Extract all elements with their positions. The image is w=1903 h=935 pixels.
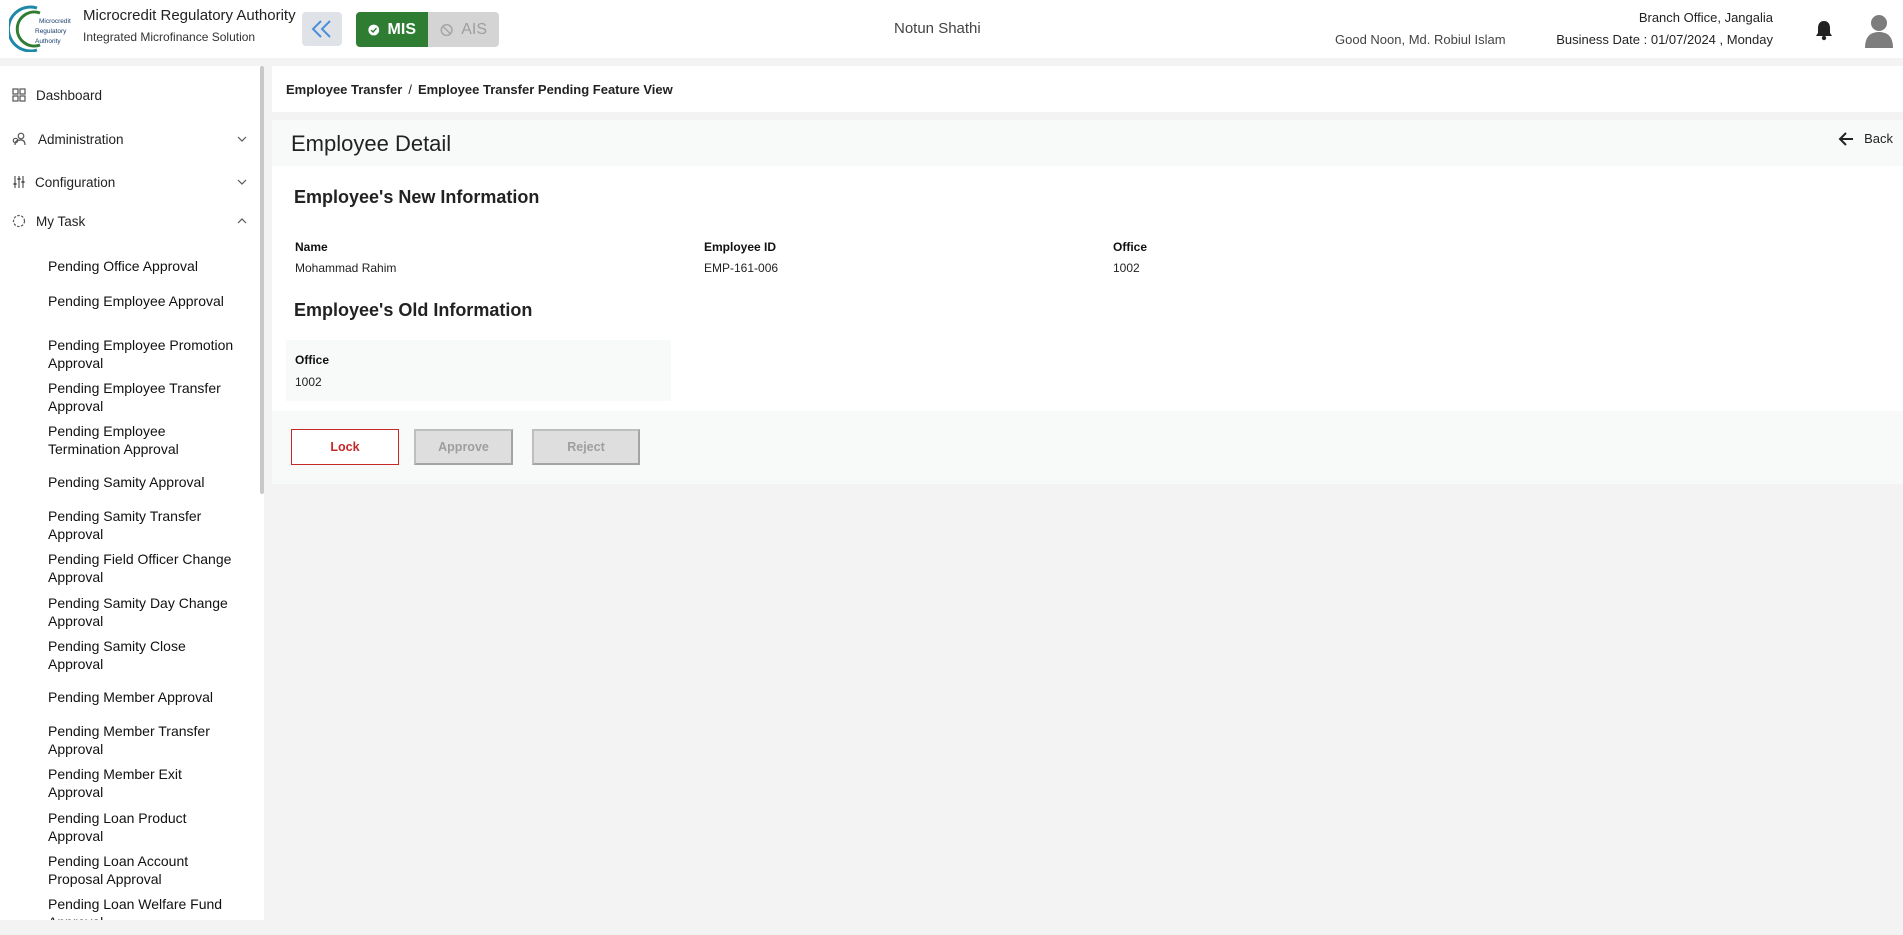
svg-text:Authority: Authority <box>35 38 61 45</box>
task-pending-member-exit-approval[interactable]: Pending Member Exit Approval <box>48 765 238 801</box>
chevron-down-icon <box>237 136 247 142</box>
organization-name: Notun Shathi <box>894 20 981 37</box>
task-pending-samity-approval[interactable]: Pending Samity Approval <box>48 473 238 491</box>
action-bar: Lock Approve Reject <box>272 411 1903 484</box>
breadcrumb-separator: / <box>408 81 412 97</box>
back-button[interactable]: Back <box>1838 131 1893 146</box>
task-pending-employee-approval[interactable]: Pending Employee Approval <box>48 292 238 310</box>
breadcrumb: Employee Transfer / Employee Transfer Pe… <box>272 66 1903 112</box>
field-value-office: 1002 <box>1113 261 1140 275</box>
app-subtitle: Integrated Microfinance Solution <box>83 30 256 44</box>
ais-mode-button[interactable]: AIS <box>428 12 499 47</box>
field-label-employee-id: Employee ID <box>704 240 777 254</box>
user-avatar-icon[interactable] <box>1864 12 1894 48</box>
field-label-name: Name <box>295 240 328 254</box>
sidebar: Dashboard Administration Configuration M… <box>0 66 264 920</box>
sidebar-item-label: Administration <box>38 131 124 147</box>
sliders-icon <box>13 176 25 188</box>
reject-button: Reject <box>532 429 640 465</box>
branch-office: Branch Office, Jangalia <box>1638 10 1773 25</box>
sidebar-item-dashboard[interactable]: Dashboard <box>0 81 258 109</box>
approve-button: Approve <box>414 429 513 465</box>
bell-icon[interactable] <box>1814 19 1834 41</box>
admin-icon <box>12 132 26 146</box>
breadcrumb-parent[interactable]: Employee Transfer <box>286 82 402 97</box>
card-header: Employee Detail Back <box>272 120 1903 166</box>
task-pending-field-officer-change-approval[interactable]: Pending Field Officer Change Approval <box>48 550 238 586</box>
old-field-value-office: 1002 <box>295 375 322 389</box>
task-pending-employee-transfer-approval[interactable]: Pending Employee Transfer Approval <box>48 379 238 415</box>
page-title: Employee Detail <box>291 131 452 156</box>
arrow-left-icon <box>1838 131 1854 146</box>
sidebar-item-label: My Task <box>36 213 86 229</box>
ais-mode-label: AIS <box>461 20 487 38</box>
mis-mode-label: MIS <box>387 20 416 38</box>
field-label-office: Office <box>1113 240 1148 254</box>
lock-button[interactable]: Lock <box>291 429 399 465</box>
old-info-section-title: Employee's Old Information <box>294 300 533 320</box>
mis-mode-button[interactable]: MIS <box>356 12 428 47</box>
task-pending-member-approval[interactable]: Pending Member Approval <box>48 688 238 706</box>
task-pending-loan-account-proposal-approval[interactable]: Pending Loan Account Proposal Approval <box>48 852 238 888</box>
breadcrumb-current: Employee Transfer Pending Feature View <box>417 81 673 97</box>
sidebar-item-label: Dashboard <box>36 87 103 103</box>
task-pending-member-transfer-approval[interactable]: Pending Member Transfer Approval <box>48 722 238 758</box>
chevron-up-icon <box>237 218 247 224</box>
employee-detail-card: Employee Detail Back Employee's New Info… <box>272 120 1903 484</box>
sidebar-scrollbar[interactable] <box>260 66 264 494</box>
task-pending-samity-day-change-approval[interactable]: Pending Samity Day Change Approval <box>48 594 238 630</box>
grid-icon <box>12 88 26 102</box>
double-chevron-left-icon <box>311 20 331 38</box>
app-title: Microcredit Regulatory Authority <box>83 7 296 24</box>
svg-text:Microcredit: Microcredit <box>39 18 71 25</box>
task-pending-office-approval[interactable]: Pending Office Approval <box>48 257 238 275</box>
business-date: Business Date : 01/07/2024 , Monday <box>1556 32 1773 47</box>
old-info-box: Office 1002 <box>286 340 671 401</box>
task-pending-loan-welfare-fund-approval[interactable]: Pending Loan Welfare Fund Approval <box>48 895 238 920</box>
chevron-down-icon <box>237 179 247 185</box>
task-icon <box>12 214 26 228</box>
task-pending-employee-termination-approval[interactable]: Pending Employee Termination Approval <box>48 422 238 458</box>
field-value-employee-id: EMP-161-006 <box>704 261 779 275</box>
field-value-name: Mohammad Rahim <box>295 261 397 275</box>
back-label: Back <box>1864 131 1893 146</box>
mode-switch: MIS AIS <box>356 12 499 47</box>
logo-icon: Microcredit Regulatory Authority <box>9 5 71 52</box>
ban-icon <box>440 23 453 36</box>
check-circle-icon <box>368 24 380 35</box>
new-info-section-title: Employee's New Information <box>294 187 540 207</box>
sidebar-item-label: Configuration <box>35 174 116 190</box>
task-pending-employee-promotion-approval[interactable]: Pending Employee Promotion Approval <box>48 336 238 372</box>
user-greeting: Good Noon, Md. Robiul Islam <box>1335 32 1506 47</box>
top-header: Microcredit Regulatory Authority Microcr… <box>0 0 1903 58</box>
collapse-sidebar-button[interactable] <box>302 12 342 46</box>
task-pending-samity-transfer-approval[interactable]: Pending Samity Transfer Approval <box>48 507 238 543</box>
sidebar-item-administration[interactable]: Administration <box>0 125 258 153</box>
task-pending-loan-product-approval[interactable]: Pending Loan Product Approval <box>48 809 238 845</box>
svg-text:Regulatory: Regulatory <box>35 28 67 35</box>
sidebar-item-my-task[interactable]: My Task <box>0 207 258 235</box>
old-field-label-office: Office <box>295 353 330 367</box>
sidebar-item-configuration[interactable]: Configuration <box>0 168 258 196</box>
task-pending-samity-close-approval[interactable]: Pending Samity Close Approval <box>48 637 238 673</box>
